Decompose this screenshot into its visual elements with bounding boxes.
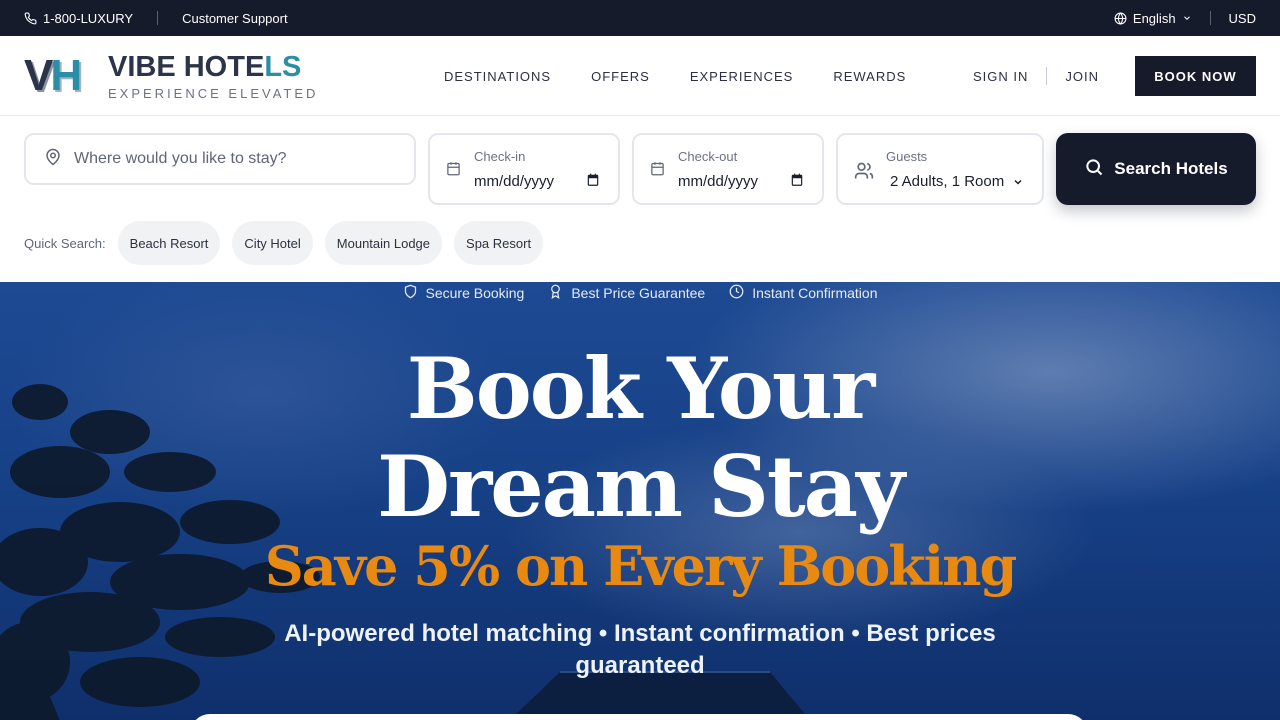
hero-title-line1: Book Your — [406, 339, 876, 438]
hero-title: Book Your Dream Stay — [0, 340, 1280, 536]
badge-label: Instant Confirmation — [752, 285, 878, 301]
checkin-value: mm/dd/yyyy — [474, 173, 555, 190]
guests-select[interactable]: Guests 2 Adults, 1 Room — [836, 133, 1044, 205]
logo-mark: VH — [24, 48, 94, 104]
language-label: English — [1132, 10, 1176, 26]
divider — [1046, 67, 1048, 85]
checkin-label: Check-in — [474, 149, 526, 164]
destination-input[interactable]: Where would you like to stay? — [24, 133, 416, 185]
quick-chip-beach-resort[interactable]: Beach Resort — [117, 221, 221, 265]
sign-in-link[interactable]: SIGN IN — [973, 69, 1028, 84]
hero-section: Secure Booking Best Price Guarantee Inst… — [0, 282, 1280, 720]
phone-link[interactable]: 1-800-LUXURY — [24, 11, 133, 26]
hero-title-line2: Dream Stay — [377, 437, 905, 536]
nav-item-offers[interactable]: OFFERS — [591, 69, 650, 84]
quick-search-label: Quick Search: — [24, 235, 106, 251]
divider — [1209, 11, 1211, 25]
topbar-left: 1-800-LUXURY Customer Support — [24, 0, 288, 36]
brand-name: VIBE HOTELS — [108, 52, 318, 82]
brand-logo[interactable]: VH VIBE HOTELS EXPERIENCE ELEVATED — [24, 48, 318, 104]
phone-number: 1-800-LUXURY — [43, 10, 134, 26]
nav-item-destinations[interactable]: DESTINATIONS — [444, 69, 551, 84]
shield-icon — [403, 284, 418, 302]
top-utility-bar: 1-800-LUXURY Customer Support English US… — [0, 0, 1280, 36]
badge-secure-booking: Secure Booking — [403, 282, 525, 304]
clock-icon — [729, 284, 744, 302]
calendar-icon — [446, 161, 461, 181]
badge-instant-confirmation: Instant Confirmation — [729, 282, 878, 304]
topbar-right: English USD — [1114, 0, 1256, 36]
award-icon — [548, 284, 563, 302]
language-selector[interactable]: English — [1114, 11, 1192, 26]
hero-description: AI-powered hotel matching • Instant conf… — [284, 620, 996, 679]
phone-icon — [24, 12, 37, 25]
quick-search: Quick Search: Beach Resort City Hotel Mo… — [24, 221, 555, 265]
search-button-label: Search Hotels — [1114, 159, 1228, 178]
logo-mark-v: V — [24, 51, 53, 100]
auth-actions: SIGN IN JOIN BOOK NOW — [973, 56, 1256, 96]
search-icon — [1084, 157, 1104, 182]
checkout-field[interactable]: Check-out mm/dd/yyyy — [632, 133, 824, 205]
chevron-down-icon — [1182, 13, 1192, 23]
hero-subtitle: Save 5% on Every Booking — [264, 534, 1017, 598]
join-link[interactable]: JOIN — [1065, 69, 1099, 84]
users-icon — [854, 161, 874, 186]
brand-name-part2: LS — [264, 50, 302, 83]
customer-support-link[interactable]: Customer Support — [182, 11, 288, 26]
calendar-icon — [650, 161, 665, 181]
book-now-button[interactable]: BOOK NOW — [1135, 56, 1256, 96]
brand-name-part1: VIBE HOTE — [108, 50, 265, 83]
badge-label: Secure Booking — [425, 285, 525, 301]
hero-card-top — [190, 714, 1088, 720]
guests-value: 2 Adults, 1 Room — [890, 173, 1005, 190]
divider — [157, 11, 159, 25]
nav-item-rewards[interactable]: REWARDS — [833, 69, 906, 84]
chevron-down-icon — [1012, 175, 1024, 193]
nav-item-experiences[interactable]: EXPERIENCES — [690, 69, 793, 84]
quick-chip-mountain-lodge[interactable]: Mountain Lodge — [324, 221, 443, 265]
main-nav: DESTINATIONS OFFERS EXPERIENCES REWARDS — [444, 36, 906, 116]
logo-text: VIBE HOTELS EXPERIENCE ELEVATED — [108, 52, 318, 101]
badge-label: Best Price Guarantee — [571, 285, 706, 301]
checkin-field[interactable]: Check-in mm/dd/yyyy — [428, 133, 620, 205]
checkout-label: Check-out — [678, 149, 738, 164]
guests-label: Guests — [886, 149, 928, 164]
destination-placeholder: Where would you like to stay? — [74, 150, 287, 167]
main-header: VH VIBE HOTELS EXPERIENCE ELEVATED DESTI… — [0, 36, 1280, 116]
search-panel: Where would you like to stay? Check-in m… — [0, 117, 1280, 282]
brand-tagline: EXPERIENCE ELEVATED — [108, 85, 319, 101]
calendar-icon[interactable] — [790, 173, 804, 192]
quick-chip-spa-resort[interactable]: Spa Resort — [454, 221, 544, 265]
trust-badges: Secure Booking Best Price Guarantee Inst… — [0, 282, 1280, 304]
checkout-value: mm/dd/yyyy — [678, 173, 759, 190]
logo-mark-h: H — [50, 51, 82, 100]
globe-icon — [1114, 11, 1127, 25]
quick-chip-city-hotel[interactable]: City Hotel — [232, 221, 313, 265]
currency-selector[interactable]: USD — [1229, 11, 1256, 26]
calendar-icon[interactable] — [586, 173, 600, 192]
map-pin-icon — [44, 148, 62, 171]
search-hotels-button[interactable]: Search Hotels — [1056, 133, 1256, 205]
badge-best-price: Best Price Guarantee — [548, 282, 705, 304]
